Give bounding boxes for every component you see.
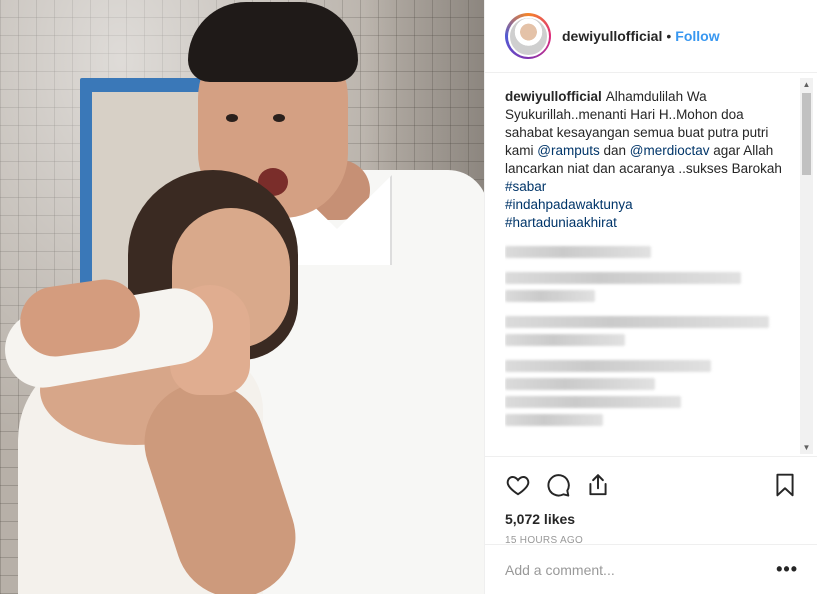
hashtag-indahpadawaktunya[interactable]: #indahpadawaktunya [505, 196, 793, 214]
blurred-line [505, 316, 769, 328]
blurred-line [505, 414, 603, 426]
avatar[interactable] [507, 15, 549, 57]
blurred-comment-2 [505, 272, 793, 302]
action-bar: 5,072 likes 15 HOURS AGO [485, 456, 817, 546]
post-photo[interactable] [0, 0, 484, 594]
mention-merdioctav[interactable]: @merdioctav [630, 143, 710, 158]
blurred-line [505, 360, 711, 372]
blurred-line [505, 290, 595, 302]
avatar-story-ring[interactable] [505, 13, 551, 59]
mention-ramputs[interactable]: @ramputs [537, 143, 599, 158]
man-right-eye [273, 114, 285, 122]
comments-list[interactable]: dewiyullofficial Alhamdulilah Wa Syukuril… [505, 88, 793, 454]
post-side-panel: dewiyullofficial • Follow dewiyulloffici… [484, 0, 817, 594]
blurred-comment-4 [505, 360, 793, 426]
scroll-down-arrow-icon[interactable]: ▼ [800, 441, 813, 454]
blurred-line [505, 396, 681, 408]
caption-username[interactable]: dewiyullofficial [505, 89, 602, 104]
likes-count[interactable]: 5,072 likes [505, 511, 798, 527]
hashtag-hartaduniaakhirat[interactable]: #hartaduniaakhirat [505, 214, 793, 232]
header-text: dewiyullofficial • Follow [562, 28, 720, 44]
post-header: dewiyullofficial • Follow [485, 0, 817, 73]
action-icons [505, 465, 798, 505]
blurred-line [505, 334, 625, 346]
bookmark-icon[interactable] [758, 465, 798, 505]
hashtag-sabar[interactable]: #sabar [505, 178, 793, 196]
comment-input[interactable] [505, 561, 777, 578]
comment-icon[interactable] [545, 465, 585, 505]
separator-dot: • [666, 28, 672, 44]
man-left-eye [226, 114, 238, 122]
heart-icon[interactable] [505, 465, 545, 505]
caption: dewiyullofficial Alhamdulilah Wa Syukuril… [505, 88, 793, 232]
man-hair [188, 2, 358, 82]
caption-text-part-2: dan [599, 143, 630, 158]
add-comment-bar: ••• [485, 544, 817, 594]
blurred-line [505, 378, 655, 390]
blurred-comment-1 [505, 246, 793, 258]
blurred-comment-3 [505, 316, 793, 346]
scroll-thumb[interactable] [802, 93, 811, 175]
comments-scrollbar[interactable]: ▲ ▼ [800, 78, 813, 454]
follow-button[interactable]: Follow [675, 28, 719, 44]
header-username[interactable]: dewiyullofficial [562, 28, 662, 44]
share-icon[interactable] [585, 465, 625, 505]
scroll-up-arrow-icon[interactable]: ▲ [800, 78, 813, 91]
blurred-line [505, 246, 651, 258]
more-options-icon[interactable]: ••• [776, 559, 798, 580]
blurred-line [505, 272, 741, 284]
